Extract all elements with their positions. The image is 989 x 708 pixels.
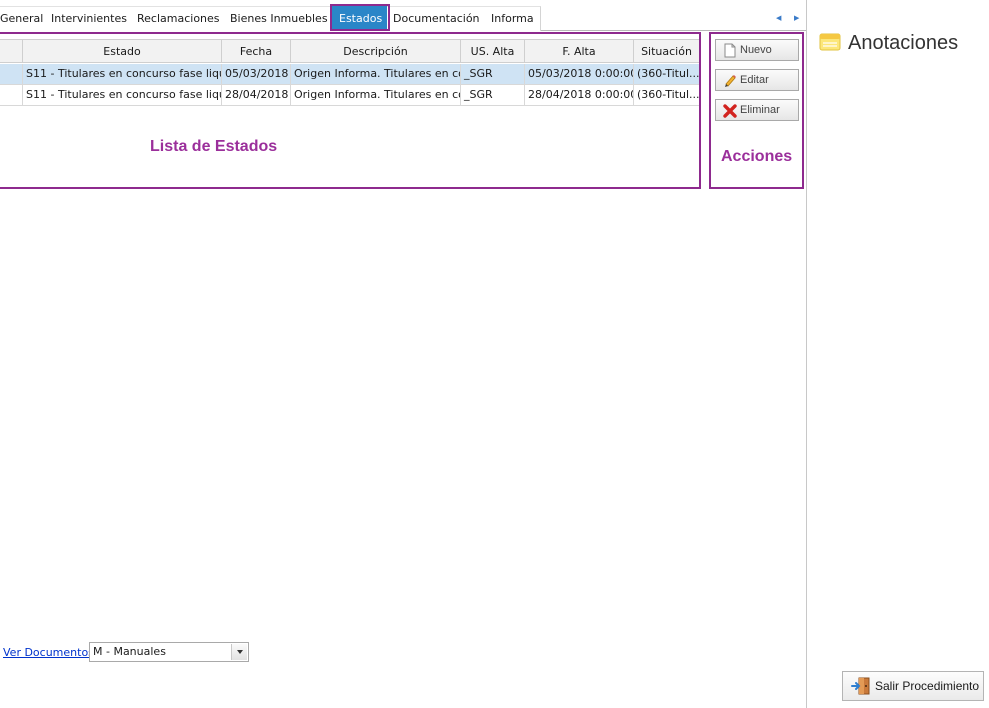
- exit-procedure-button[interactable]: Salir Procedimiento: [842, 671, 984, 701]
- new-document-icon: [724, 43, 736, 58]
- documents-type-select-value: M - Manuales: [93, 645, 166, 658]
- cell-us-alta: _SGR: [461, 64, 525, 84]
- pencil-icon: [725, 75, 736, 87]
- cell-f-alta: 28/04/2018 0:00:00: [525, 85, 634, 105]
- cell-descripcion: Origen Informa. Titulares en co...: [291, 64, 461, 84]
- cell-estado: S11 - Titulares en concurso fase liqui..…: [23, 85, 222, 105]
- header-estado[interactable]: Estado: [23, 40, 222, 63]
- annotation-label-list: Lista de Estados: [150, 138, 278, 155]
- cell-estado: S11 - Titulares en concurso fase liqui..…: [23, 64, 222, 84]
- edit-button[interactable]: Editar: [715, 69, 799, 91]
- view-documents-link[interactable]: Ver Documentos: [3, 646, 94, 659]
- delete-button[interactable]: Eliminar: [715, 99, 799, 121]
- grid-header: Estado Fecha Descripción US. Alta F. Alt…: [0, 39, 700, 63]
- header-fecha[interactable]: Fecha: [222, 40, 291, 63]
- exit-door-icon: [851, 677, 870, 695]
- tab-estados[interactable]: Estados: [332, 6, 390, 31]
- header-f-alta[interactable]: F. Alta: [525, 40, 634, 63]
- header-us-alta[interactable]: US. Alta: [461, 40, 525, 63]
- tab-bienes-inmuebles[interactable]: Bienes Inmuebles: [224, 6, 335, 31]
- delete-x-icon: [723, 104, 737, 118]
- cell-situacion: (360-Titul...: [634, 64, 700, 84]
- tab-scroll-right-icon[interactable]: ▶: [794, 14, 799, 22]
- tab-general[interactable]: General: [0, 6, 51, 31]
- header-situacion[interactable]: Situación: [634, 40, 700, 63]
- header-descripcion[interactable]: Descripción: [291, 40, 461, 63]
- new-button-label: Nuevo: [740, 44, 772, 56]
- tab-documentacion[interactable]: Documentación: [387, 6, 487, 31]
- tab-scroll-left-icon[interactable]: ◀: [776, 14, 781, 22]
- notes-panel-title: Anotaciones: [848, 32, 959, 54]
- new-button[interactable]: Nuevo: [715, 39, 799, 61]
- tab-informa[interactable]: Informa: [485, 6, 541, 31]
- row-indicator: [0, 64, 23, 84]
- tab-reclamaciones[interactable]: Reclamaciones: [131, 6, 227, 31]
- delete-button-label: Eliminar: [740, 104, 780, 116]
- annotation-label-actions: Acciones: [721, 148, 793, 165]
- cell-f-alta: 05/03/2018 0:00:00: [525, 64, 634, 84]
- edit-button-label: Editar: [740, 74, 769, 86]
- panel-divider: [806, 0, 807, 708]
- exit-procedure-label: Salir Procedimiento: [875, 679, 980, 693]
- chevron-down-icon[interactable]: [231, 644, 247, 660]
- tab-intervinientes[interactable]: Intervinientes: [45, 6, 134, 31]
- notes-icon: [819, 33, 841, 51]
- cell-fecha: 05/03/2018: [222, 64, 291, 84]
- cell-fecha: 28/04/2018: [222, 85, 291, 105]
- cell-us-alta: _SGR: [461, 85, 525, 105]
- cell-descripcion: Origen Informa. Titulares en co...: [291, 85, 461, 105]
- row-indicator: [0, 85, 23, 105]
- tab-bar: General Intervinientes Reclamaciones Bie…: [0, 6, 806, 31]
- header-indicator: [0, 40, 23, 63]
- table-row[interactable]: S11 - Titulares en concurso fase liqui..…: [0, 64, 700, 85]
- table-row[interactable]: S11 - Titulares en concurso fase liqui..…: [0, 85, 700, 106]
- documents-type-select[interactable]: M - Manuales: [89, 642, 249, 662]
- cell-situacion: (360-Titul...: [634, 85, 700, 105]
